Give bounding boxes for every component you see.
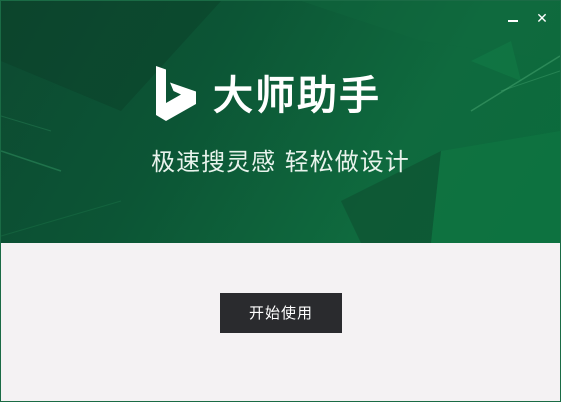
- app-title: 大师助手: [213, 73, 381, 119]
- close-button[interactable]: ✕: [532, 9, 552, 29]
- minimize-button[interactable]: [503, 9, 523, 29]
- slogan-text: 极速搜灵感 轻松做设计: [151, 148, 410, 176]
- minimize-icon: [508, 20, 518, 22]
- bing-logo-icon: [156, 66, 196, 121]
- welcome-window: ✕ 大师助手 极速搜灵感 轻松做设计 开始使用: [0, 0, 561, 402]
- header-banner: ✕ 大师助手 极速搜灵感 轻松做设计: [1, 1, 560, 243]
- start-button[interactable]: 开始使用: [220, 293, 342, 333]
- close-icon: ✕: [536, 11, 548, 27]
- banner-background: [1, 1, 560, 243]
